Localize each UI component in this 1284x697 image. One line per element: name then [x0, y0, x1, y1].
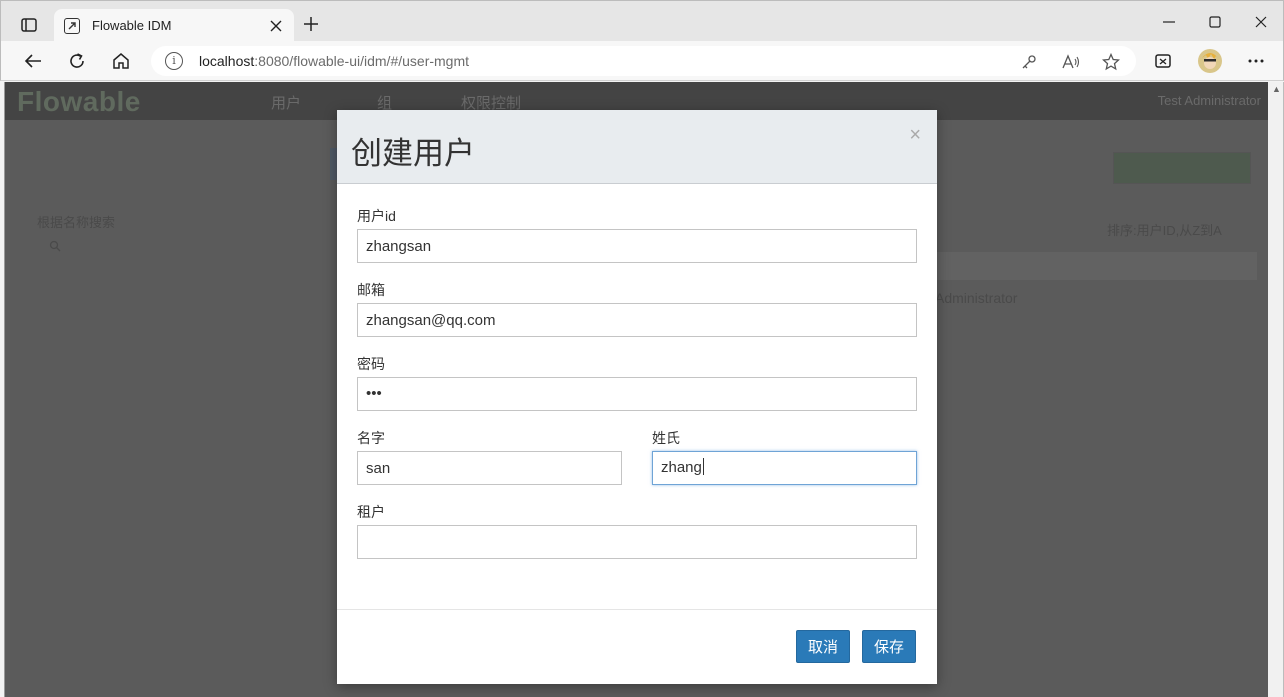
app-table-header [925, 252, 1257, 280]
app-sort-label: 排序:用户ID,从Z到A [1107, 223, 1222, 238]
collections-icon[interactable] [1147, 45, 1179, 77]
last-name-input[interactable]: zhang [652, 451, 917, 485]
app-create-user-button [1113, 152, 1251, 184]
tenant-input[interactable] [357, 525, 917, 559]
create-user-modal: 创建用户 × 用户id 邮箱 密码 ••• 名字 姓氏 zhang 租户 取消 … [337, 110, 937, 684]
refresh-icon[interactable] [61, 45, 93, 77]
app-table-cell: Administrator [935, 290, 1018, 306]
app-search-label: 根据名称搜索 [37, 215, 116, 230]
favicon-icon [64, 17, 80, 34]
modal-footer-divider [337, 609, 937, 610]
password-label: 密码 [357, 356, 385, 372]
cancel-button[interactable]: 取消 [796, 630, 850, 663]
minimize-icon[interactable] [1146, 9, 1192, 35]
page-scrollbar[interactable]: ▲ [1268, 82, 1284, 697]
last-name-value: zhang [661, 459, 702, 476]
user-id-input[interactable] [357, 229, 917, 263]
user-id-label: 用户id [357, 208, 396, 224]
app-logo: Flowable [17, 86, 141, 117]
save-button[interactable]: 保存 [862, 630, 916, 663]
first-name-input[interactable] [357, 451, 622, 485]
scroll-up-icon[interactable]: ▲ [1272, 84, 1281, 94]
modal-header: 创建用户 × [337, 110, 937, 184]
browser-tab[interactable]: Flowable IDM [54, 9, 294, 42]
browser-tab-bar: Flowable IDM [0, 0, 1284, 42]
app-user-menu: Test Administrator [1157, 93, 1261, 108]
search-icon [49, 240, 61, 255]
read-aloud-icon[interactable] [1061, 52, 1081, 72]
first-name-label: 名字 [357, 430, 385, 446]
app-nav-users: 用户 [271, 95, 302, 112]
password-input[interactable]: ••• [357, 377, 917, 411]
email-input[interactable] [357, 303, 917, 337]
close-window-icon[interactable] [1238, 9, 1284, 35]
more-icon[interactable] [1240, 45, 1272, 77]
back-icon[interactable] [17, 45, 49, 77]
maximize-icon[interactable] [1192, 9, 1238, 35]
close-tab-icon[interactable] [266, 16, 286, 36]
close-icon[interactable]: × [909, 124, 921, 147]
info-icon[interactable]: i [165, 52, 183, 70]
home-icon[interactable] [105, 45, 137, 77]
new-tab-icon[interactable] [299, 13, 323, 37]
tab-actions-icon[interactable] [13, 12, 45, 38]
text-caret [702, 458, 704, 475]
last-name-label: 姓氏 [652, 430, 680, 446]
favorite-star-icon[interactable] [1101, 52, 1121, 72]
browser-nav-bar: i localhost:8080/flowable-ui/idm/#/user-… [0, 41, 1284, 81]
modal-title: 创建用户 [351, 136, 475, 171]
profile-avatar[interactable] [1194, 45, 1226, 77]
app-nav-pointer [281, 112, 297, 120]
tenant-label: 租户 [357, 504, 385, 520]
address-bar[interactable]: i localhost:8080/flowable-ui/idm/#/user-… [151, 46, 1136, 76]
email-label: 邮箱 [357, 282, 385, 298]
url-text: localhost:8080/flowable-ui/idm/#/user-mg… [199, 53, 470, 69]
key-icon[interactable] [1019, 52, 1039, 72]
tab-title: Flowable IDM [92, 18, 172, 33]
